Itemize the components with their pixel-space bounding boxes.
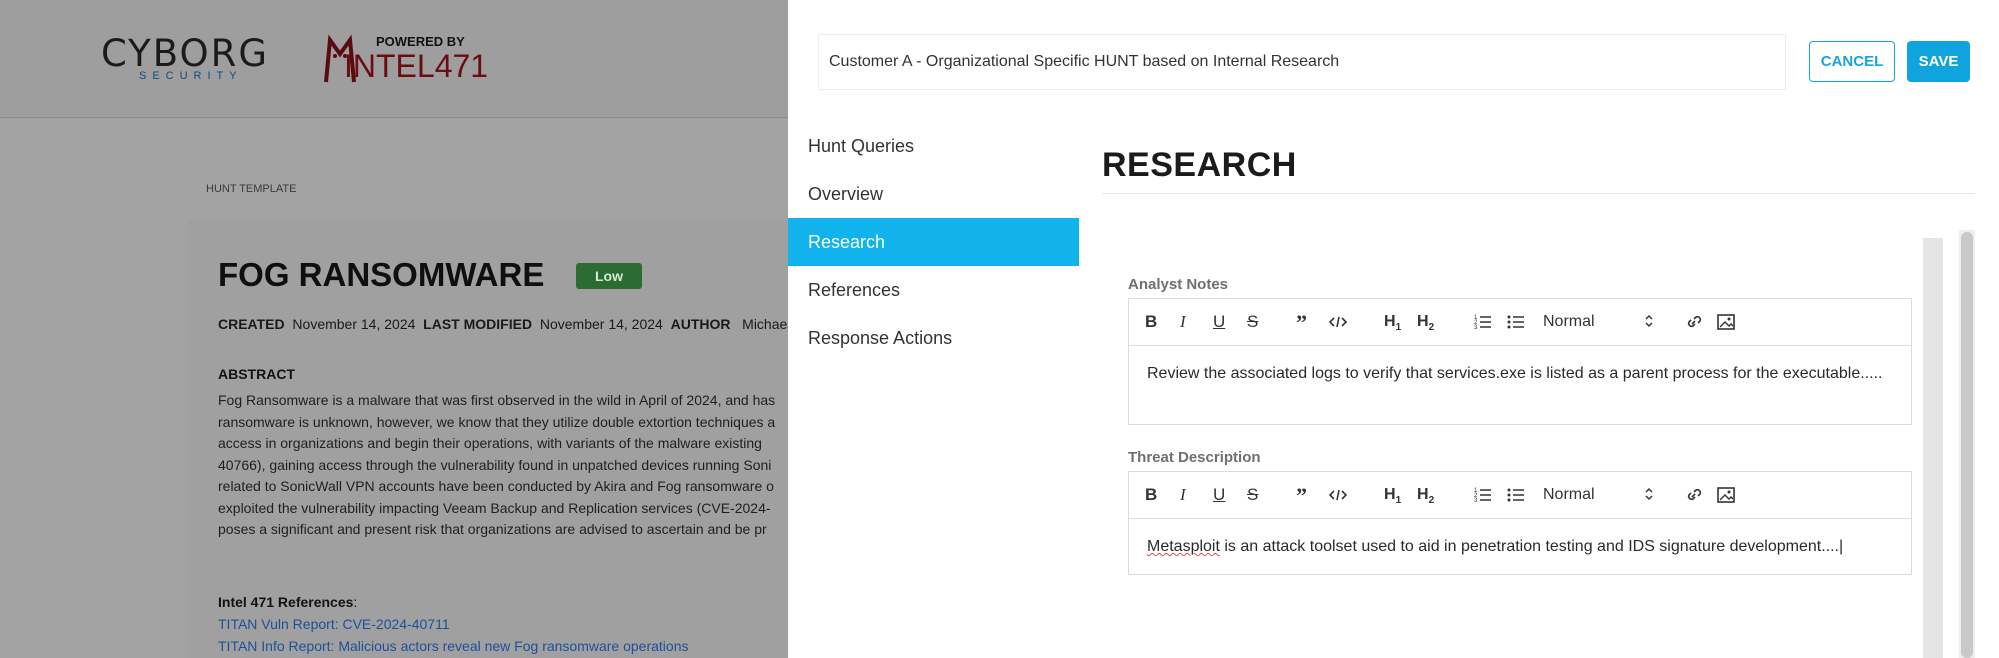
abstract-line: poses a significant and present risk tha… xyxy=(218,521,767,537)
nav-item-research[interactable]: Research xyxy=(788,218,1079,266)
drawer-scrollbar-thumb[interactable] xyxy=(1961,232,1973,658)
analyst-notes-text[interactable]: Review the associated logs to verify tha… xyxy=(1129,346,1911,402)
reference-link[interactable]: TITAN Vuln Report: CVE-2024-40711 xyxy=(218,616,450,632)
threat-description-text[interactable]: Metasploit is an attack toolset used to … xyxy=(1129,519,1911,575)
strikethrough-icon[interactable]: S xyxy=(1247,311,1258,333)
format-select[interactable]: Normal xyxy=(1543,310,1653,334)
underline-icon[interactable]: U xyxy=(1213,311,1225,333)
link-icon[interactable] xyxy=(1684,484,1702,506)
svg-text:”: ” xyxy=(1296,311,1307,333)
svg-text:”: ” xyxy=(1296,484,1307,506)
hunt-title-input[interactable] xyxy=(818,34,1786,90)
image-icon[interactable] xyxy=(1717,484,1735,506)
ordered-list-icon[interactable]: 123 xyxy=(1474,311,1492,333)
page-title: FOG RANSOMWARE xyxy=(218,256,545,293)
analyst-notes-label: Analyst Notes xyxy=(1128,276,1229,293)
chevron-updown-icon xyxy=(1645,314,1653,328)
abstract-line: ransomware is unknown, however, we know … xyxy=(218,413,776,430)
misspelled-word: Metasploit xyxy=(1147,538,1220,555)
section-divider xyxy=(1102,193,1975,194)
svg-text:3: 3 xyxy=(1474,325,1478,331)
italic-icon[interactable]: I xyxy=(1180,311,1186,333)
threat-description-label: Threat Description xyxy=(1128,449,1261,466)
abstract-line: access in organizations and begin their … xyxy=(218,435,762,451)
h1-icon[interactable]: H1 xyxy=(1384,484,1401,506)
modified-label: LAST MODIFIED xyxy=(423,316,533,332)
section-nav: Hunt Queries Overview Research Reference… xyxy=(788,122,1079,362)
abstract-line: Fog Ransomware is a malware that was fir… xyxy=(218,392,776,408)
bullet-list-icon[interactable] xyxy=(1507,311,1525,333)
reference-link[interactable]: TITAN Info Report: Malicious actors reve… xyxy=(218,638,689,654)
svg-text:3: 3 xyxy=(1474,498,1478,504)
analyst-notes-editor[interactable]: B I U S ” H1 H2 123 Normal Review the as… xyxy=(1128,298,1912,425)
strikethrough-icon[interactable]: S xyxy=(1247,484,1258,506)
underline-icon[interactable]: U xyxy=(1213,484,1225,506)
app-header: CYBORG SECURITY POWERED BY INTEL471 xyxy=(0,0,790,118)
intel471-logo: POWERED BY INTEL471 xyxy=(324,32,488,88)
nav-item-references[interactable]: References xyxy=(788,266,1079,314)
created-value: November 14, 2024 xyxy=(292,316,416,332)
created-label: CREATED xyxy=(218,316,285,332)
author-value: Michael M xyxy=(742,316,790,332)
chevron-updown-icon xyxy=(1645,487,1653,501)
section-title: RESEARCH xyxy=(1102,146,1297,184)
format-select[interactable]: Normal xyxy=(1543,483,1653,507)
h2-icon[interactable]: H2 xyxy=(1417,484,1434,506)
blockquote-icon[interactable]: ” xyxy=(1296,311,1312,333)
abstract-text: Fog Ransomware is a malware that was fir… xyxy=(218,390,790,541)
references-heading: Intel 471 References: xyxy=(218,594,358,610)
blockquote-icon[interactable]: ” xyxy=(1296,484,1312,506)
italic-icon[interactable]: I xyxy=(1180,484,1186,506)
bullet-list-icon[interactable] xyxy=(1507,484,1525,506)
abstract-line: exploited the vulnerability impacting Ve… xyxy=(218,499,771,516)
nav-item-response-actions[interactable]: Response Actions xyxy=(788,314,1079,362)
metadata-row: CREATED November 14, 2024 LAST MODIFIED … xyxy=(218,316,790,332)
threat-description-editor[interactable]: B I U S ” H1 H2 123 Normal Metasploit is… xyxy=(1128,471,1912,575)
cyborg-security-logo: CYBORG SECURITY xyxy=(101,32,270,83)
edit-drawer: CANCEL SAVE Hunt Queries Overview Resear… xyxy=(788,0,1999,658)
breadcrumb[interactable]: HUNT TEMPLATE xyxy=(206,183,296,195)
threat-description-rest: is an attack toolset used to aid in pene… xyxy=(1219,538,1839,555)
modified-value: November 14, 2024 xyxy=(539,316,663,332)
bold-icon[interactable]: B xyxy=(1145,484,1157,506)
h1-icon[interactable]: H1 xyxy=(1384,311,1401,333)
editor-toolbar: B I U S ” H1 H2 123 Normal xyxy=(1129,472,1911,519)
inner-scrollbar[interactable] xyxy=(1923,238,1943,658)
image-icon[interactable] xyxy=(1717,311,1735,333)
link-icon[interactable] xyxy=(1684,311,1702,333)
nav-item-hunt-queries[interactable]: Hunt Queries xyxy=(788,122,1079,170)
abstract-line: 40766), gaining access through the vulne… xyxy=(218,456,772,473)
abstract-line: related to SonicWall VPN accounts have b… xyxy=(218,478,774,494)
cancel-button[interactable]: CANCEL xyxy=(1809,41,1895,82)
background-page: CYBORG SECURITY POWERED BY INTEL471 HUNT… xyxy=(0,0,790,658)
code-icon[interactable] xyxy=(1329,311,1347,333)
ordered-list-icon[interactable]: 123 xyxy=(1474,484,1492,506)
code-icon[interactable] xyxy=(1329,484,1347,506)
h2-icon[interactable]: H2 xyxy=(1417,311,1434,333)
bold-icon[interactable]: B xyxy=(1145,311,1157,333)
severity-badge: Low xyxy=(576,263,642,289)
abstract-heading: ABSTRACT xyxy=(218,366,295,382)
nav-item-overview[interactable]: Overview xyxy=(788,170,1079,218)
editor-toolbar: B I U S ” H1 H2 123 Normal xyxy=(1129,299,1911,346)
save-button[interactable]: SAVE xyxy=(1907,41,1970,82)
author-label: AUTHOR xyxy=(670,316,731,332)
